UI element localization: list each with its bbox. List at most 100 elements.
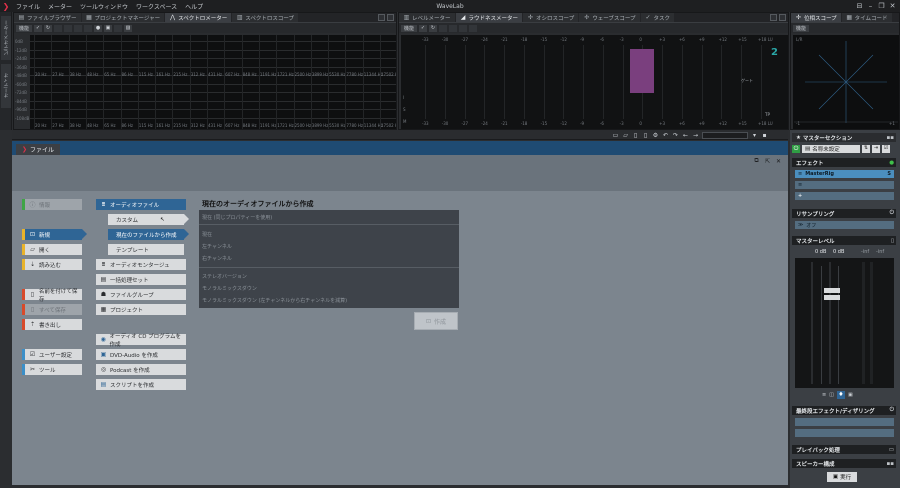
option-stereo-version[interactable]: ステレオバージョン [202,273,247,280]
menu-icon[interactable]: ▪▪ [887,135,896,141]
create-button[interactable]: ⊡ 作成 [414,312,458,330]
custom-button[interactable]: カスタム ↖ [108,214,184,225]
playback-icon[interactable]: ▭ [889,447,896,453]
effect-slot-empty[interactable]: ≡ [795,181,894,189]
function-menu[interactable]: 機能 [401,24,418,32]
import-button[interactable]: ⇣ 読み込む [22,259,82,270]
tab-level-meter[interactable]: ▥ レベルメーター [399,13,455,22]
forward-icon[interactable]: → [692,132,699,139]
close-button[interactable]: ✕ [887,0,898,12]
tab-timecode[interactable]: ▦ タイムコード [841,13,892,22]
minimize-button[interactable]: – [865,0,876,12]
project-button[interactable]: ▦ プロジェクト [96,304,186,315]
preset-bypass-icon[interactable]: ⇥ [872,145,880,153]
option-left-channel[interactable]: 左チャンネル [202,243,232,250]
solo-icon[interactable]: S [887,171,894,177]
close-icon[interactable]: ✕ [775,158,782,165]
template-button[interactable]: テンプレート [108,244,184,255]
save-as-button[interactable]: ▯ 名前を付けて保存 [22,289,82,303]
function-menu[interactable]: 機能 [16,24,33,32]
toolbar-slot[interactable] [64,24,73,32]
settings-icon[interactable]: ⚙ [652,132,659,139]
panel-float-button[interactable] [387,14,394,21]
option-current[interactable]: 現在 [202,231,212,238]
save-all-button[interactable]: ▯ すべて保存 [22,304,82,315]
script-button[interactable]: ▤ スクリプトを作成 [96,379,186,390]
tab-file-browser[interactable]: ▤ ファイルブラウザー [14,13,81,22]
resampling-power-icon[interactable]: ⏻ [890,210,896,217]
tab-phase-scope[interactable]: ✢ 位相スコープ [791,13,841,22]
toolbar-slot[interactable] [439,24,448,32]
tab-wavescope[interactable]: ✢ ウェーブスコープ [579,13,640,22]
option-mono-mixdown[interactable]: モノラルミックスダウン [202,285,257,292]
camera-icon[interactable]: ▣ [104,24,113,32]
check-icon[interactable]: ✓ [419,24,428,32]
speaker-menu-icon[interactable]: ▪▪ [887,461,896,467]
panel-float-button[interactable] [779,14,786,21]
effects-power-icon[interactable]: ● [889,160,896,166]
restore-button[interactable]: ❐ [876,0,887,12]
refresh-icon[interactable]: ↻ [429,24,438,32]
podcast-button[interactable]: ◎ Podcast を作成 [96,364,186,375]
audio-file-button[interactable]: ⩩ オーディオファイル [96,199,186,210]
menu-help[interactable]: ヘルプ [181,2,207,11]
preset-field[interactable]: ▤ 名称未設定 [802,145,860,153]
toolbar-slot[interactable] [449,24,458,32]
from-current-button[interactable]: 現在のファイルから作成 [108,229,184,240]
tools-button[interactable]: ✂ ツール [22,364,82,375]
vtab-video-meter[interactable]: ビデオメーター [1,16,11,60]
new-button[interactable]: ⊡ 新規 [22,229,82,240]
lock-icon[interactable]: ▣ [848,392,853,398]
add-effect-slot[interactable]: + [795,192,894,200]
undo-icon[interactable]: ↶ [662,132,669,139]
save-as-icon[interactable]: ▯ [642,132,649,139]
option-current-same-props[interactable]: 現在 (同じプロパティーを使用) [202,214,272,221]
toolbar-slot[interactable] [114,24,123,32]
toolbar-slot[interactable] [54,24,63,32]
toolbar-slot[interactable] [459,24,468,32]
tab-spectroscope[interactable]: ▥ スペクトロスコープ [232,13,299,22]
final-effect-slot-2[interactable] [795,429,894,437]
dvd-audio-button[interactable]: ▣ DVD-Audio を作成 [96,349,186,360]
menu-meter[interactable]: メーター [44,2,76,11]
final-effect-slot-1[interactable] [795,418,894,426]
preset-check-icon[interactable]: ☑ [882,145,890,153]
audio-cd-button[interactable]: ◉ オーディオ CD プログラムを作成 [96,334,186,348]
refresh-icon[interactable]: ↻ [44,24,53,32]
toolbar-slot[interactable] [74,24,83,32]
panel-menu-button[interactable] [770,14,777,21]
layout-icon[interactable]: ⊟ [854,0,865,12]
file-group-button[interactable]: ☗ ファイルグループ [96,289,186,300]
chevron-down-icon[interactable]: ▾ [751,132,758,139]
toolbar-slot[interactable] [84,24,93,32]
effect-slot-masterrig[interactable]: ≡ MasterRig S [795,170,894,178]
popout-icon[interactable]: ⇱ [764,158,771,165]
toolbar-slot[interactable] [469,24,478,32]
function-menu[interactable]: 機能 [793,24,810,32]
tab-project-manager[interactable]: ▦ プロジェクトマネージャー [81,13,165,22]
tab-loudness-meter[interactable]: ◢ ラウドネスメーター [455,13,523,22]
image-icon[interactable]: ▨ [124,24,133,32]
check-icon[interactable]: ✓ [34,24,43,32]
render-button[interactable]: ▣ 実行 [827,472,857,482]
batch-button[interactable]: ▤ 一括処理セット [96,274,186,285]
redo-icon[interactable]: ↷ [672,132,679,139]
option-right-channel[interactable]: 右チャンネル [202,255,232,262]
history-dropdown[interactable] [702,131,748,139]
option-mono-mixdown-subtract[interactable]: モノラルミックスダウン (左チャンネルから右チャンネルを減算) [202,297,347,304]
menu-file[interactable]: ファイル [12,2,44,11]
power-icon[interactable]: ⏻ [792,145,800,153]
tab-tasks[interactable]: ✓ タスク [640,13,675,22]
panel-menu-button[interactable] [378,14,385,21]
open-button[interactable]: ▱ 開く [22,244,82,255]
menu-tool-windows[interactable]: ツールウィンドウ [76,2,132,11]
mono-icon[interactable]: ◫ [829,392,834,398]
record-icon[interactable]: ● [94,24,103,32]
menu-icon[interactable]: ▪ [761,132,768,139]
preferences-button[interactable]: ☑ ユーザー設定 [22,349,82,360]
audio-montage-button[interactable]: ⩩ オーディオモンタージュ [96,259,186,270]
app-logo-icon[interactable]: ❯ [0,0,12,12]
tab-spectrometer[interactable]: ⋀ スペクトロメーター [165,13,232,22]
export-button[interactable]: ⇡ 書き出し [22,319,82,330]
dither-icon[interactable]: ♦ [836,391,845,399]
